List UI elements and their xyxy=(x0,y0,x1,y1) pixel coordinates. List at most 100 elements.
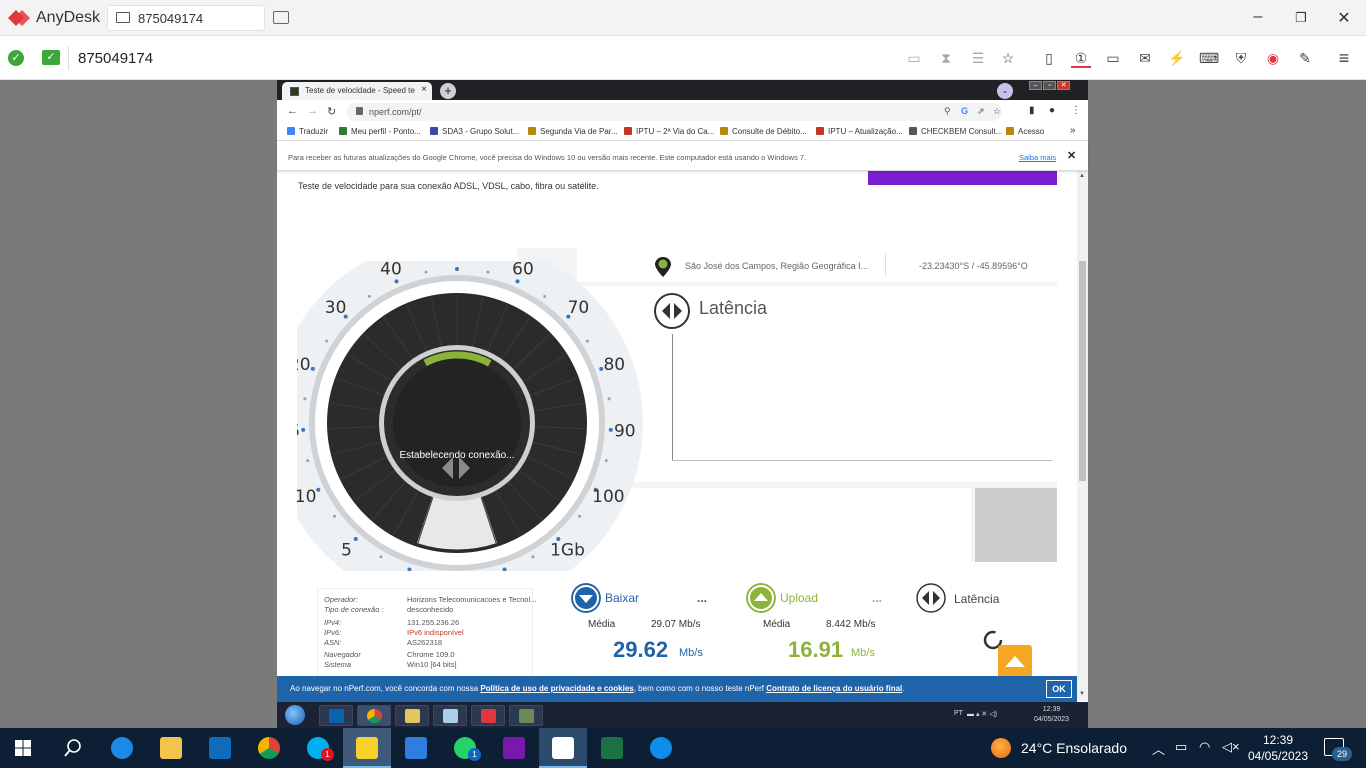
remote-explorer-app[interactable] xyxy=(395,705,429,726)
tab-close-icon[interactable]: × xyxy=(421,84,427,95)
chevron-up-icon[interactable]: ︿ xyxy=(1152,739,1165,758)
display-icon[interactable]: ▭ xyxy=(1103,48,1123,68)
permission-icon[interactable]: ✓ xyxy=(42,50,60,65)
monitor-select-icon[interactable]: ① xyxy=(1071,48,1091,68)
scroll-top-arrow-icon[interactable] xyxy=(998,645,1032,679)
file-transfer-icon[interactable]: ▯ xyxy=(1039,48,1059,68)
bookmark-item[interactable]: Segunda Via de Par... xyxy=(528,127,618,136)
chrome-close-button[interactable]: ✕ xyxy=(1057,81,1070,90)
promo-banner[interactable] xyxy=(868,171,1057,185)
chrome-menu-icon[interactable]: ⋮ xyxy=(1071,105,1081,116)
remote-clock[interactable]: 12:39 04/05/2023 xyxy=(1034,705,1069,725)
bookmark-item[interactable]: IPTU – 2ª Via do Ca... xyxy=(624,127,714,136)
sidepanel-icon[interactable]: ▮ xyxy=(1029,105,1035,116)
gauge-tick xyxy=(333,514,336,518)
bookmark-item[interactable]: SDA3 - Grupo Solut... xyxy=(430,127,519,136)
license-agreement-link[interactable]: Contrato de licença do usuário final xyxy=(766,684,902,693)
volume-muted-icon[interactable]: ◁× xyxy=(1222,739,1240,755)
database-icon[interactable]: ☰ xyxy=(968,48,988,68)
chrome-tab[interactable]: Teste de velocidade - Speed test... × xyxy=(282,82,432,100)
permissions-shield-icon[interactable]: ⛨ xyxy=(1231,48,1251,68)
learn-more-link[interactable]: Saiba mais xyxy=(1019,153,1056,162)
remote-terminal-app[interactable] xyxy=(509,705,543,726)
outlook-icon[interactable] xyxy=(196,728,244,768)
keyboard-icon[interactable]: ⌨ xyxy=(1199,48,1219,68)
phone-app-icon[interactable] xyxy=(98,728,146,768)
page-scrollbar[interactable]: ▲ ▼ xyxy=(1077,171,1088,701)
bookmark-item[interactable]: Meu perfil - Ponto... xyxy=(339,127,421,136)
privacy-icon[interactable]: ▭ xyxy=(904,48,924,68)
chrome-restore-button[interactable]: ▫ xyxy=(1043,81,1056,90)
google-icon[interactable]: G xyxy=(961,106,968,116)
download-avg-value: 29.07 Mb/s xyxy=(651,619,701,630)
remote-language[interactable]: PT xyxy=(954,710,963,717)
cookie-ok-button[interactable]: OK xyxy=(1046,680,1072,698)
location-icon[interactable]: ⚲ xyxy=(944,106,951,117)
back-arrow-icon[interactable]: ← xyxy=(287,105,298,117)
download-speed: 29.62 xyxy=(613,637,669,662)
new-tab-button[interactable]: + xyxy=(440,83,456,99)
excel-icon[interactable] xyxy=(588,728,636,768)
bookmark-item[interactable]: Traduzir xyxy=(287,127,328,136)
profile-avatar[interactable]: ● xyxy=(1049,105,1055,116)
hourglass-icon[interactable]: ⧗ xyxy=(936,48,956,68)
battery-icon[interactable]: ▭ xyxy=(1175,739,1187,755)
new-session-icon[interactable] xyxy=(273,11,289,24)
scroll-up-icon[interactable]: ▲ xyxy=(1079,173,1085,179)
remote-tray-icons[interactable]: ▬ ▴ ✕ ◁) xyxy=(967,710,997,718)
close-button[interactable]: ✕ xyxy=(1334,8,1354,28)
bookmark-item[interactable]: CHECKBEM Consult... xyxy=(909,127,1002,136)
download-more[interactable]: ... xyxy=(697,591,707,605)
bookmark-item[interactable]: Consulte de Débito... xyxy=(720,127,807,136)
menu-icon[interactable]: ≡ xyxy=(1334,48,1354,68)
teamviewer-icon[interactable] xyxy=(637,728,685,768)
notification-center-icon[interactable]: 29 xyxy=(1324,738,1352,761)
record-icon[interactable]: ◉ xyxy=(1263,48,1283,68)
tab-search-icon[interactable]: ⌄ xyxy=(997,83,1013,99)
bookmarks-overflow-icon[interactable]: » xyxy=(1070,125,1076,136)
remote-chrome-app[interactable] xyxy=(357,705,391,726)
clock[interactable]: 12:39 04/05/2023 xyxy=(1246,732,1310,764)
actions-lightning-icon[interactable]: ⚡ xyxy=(1167,48,1187,68)
cookie-banner: Ao navegar no nPerf.com, você concorda c… xyxy=(277,676,1077,702)
chat-icon[interactable]: ✉ xyxy=(1135,48,1155,68)
bookmark-star-icon[interactable]: ☆ xyxy=(993,106,1001,117)
document-app-icon[interactable] xyxy=(539,728,587,768)
minimize-button[interactable]: – xyxy=(1248,8,1268,26)
favorite-star-icon[interactable]: ☆ xyxy=(998,48,1018,68)
session-tab[interactable]: 875049174 xyxy=(107,5,265,31)
todo-icon[interactable] xyxy=(392,728,440,768)
search-icon[interactable] xyxy=(63,738,83,758)
remote-screen[interactable]: Teste de velocidade - Speed test... × + … xyxy=(277,80,1088,728)
skype-icon[interactable]: 1 xyxy=(294,728,342,768)
restore-button[interactable]: ❐ xyxy=(1291,10,1311,26)
whatsapp-icon[interactable]: 1 xyxy=(441,728,489,768)
weather-sun-icon[interactable] xyxy=(991,738,1011,758)
remote-notes-app[interactable] xyxy=(433,705,467,726)
wifi-icon[interactable]: ◠ xyxy=(1199,739,1210,755)
windows-start-icon[interactable] xyxy=(15,740,31,756)
scrollbar-thumb[interactable] xyxy=(1079,261,1086,481)
chrome-icon[interactable] xyxy=(245,728,293,768)
bookmark-item[interactable]: IPTU – Atualização... xyxy=(816,127,903,136)
remote-outlook-app[interactable] xyxy=(319,705,353,726)
remote-anydesk-app[interactable] xyxy=(471,705,505,726)
upload-more[interactable]: ... xyxy=(872,591,882,605)
privacy-policy-link[interactable]: Política de uso de privacidade e cookies xyxy=(480,684,633,693)
chrome-minimize-button[interactable]: – xyxy=(1029,81,1042,90)
whiteboard-pen-icon[interactable]: ✎ xyxy=(1295,48,1315,68)
reload-icon[interactable]: ↻ xyxy=(327,105,336,118)
weather-text[interactable]: 24°C Ensolarado xyxy=(1021,740,1127,756)
remote-start-button[interactable] xyxy=(285,705,305,725)
share-icon[interactable]: ⇗ xyxy=(977,106,985,117)
bookmarks-bar: Traduzir Meu perfil - Ponto... SDA3 - Gr… xyxy=(277,124,1088,141)
bookmark-item[interactable]: Acesso xyxy=(1006,127,1044,136)
sticky-notes-icon[interactable] xyxy=(343,728,391,768)
scroll-down-icon[interactable]: ▼ xyxy=(1079,691,1085,697)
forward-arrow-icon[interactable]: → xyxy=(307,105,318,117)
onenote-icon[interactable] xyxy=(490,728,538,768)
address-bar[interactable]: nperf.com/pt/ ⚲ G ⇗ ☆ xyxy=(347,103,1002,121)
file-explorer-icon[interactable] xyxy=(147,728,195,768)
gauge-tick xyxy=(607,397,611,401)
infobar-close-icon[interactable]: ✕ xyxy=(1067,149,1076,162)
